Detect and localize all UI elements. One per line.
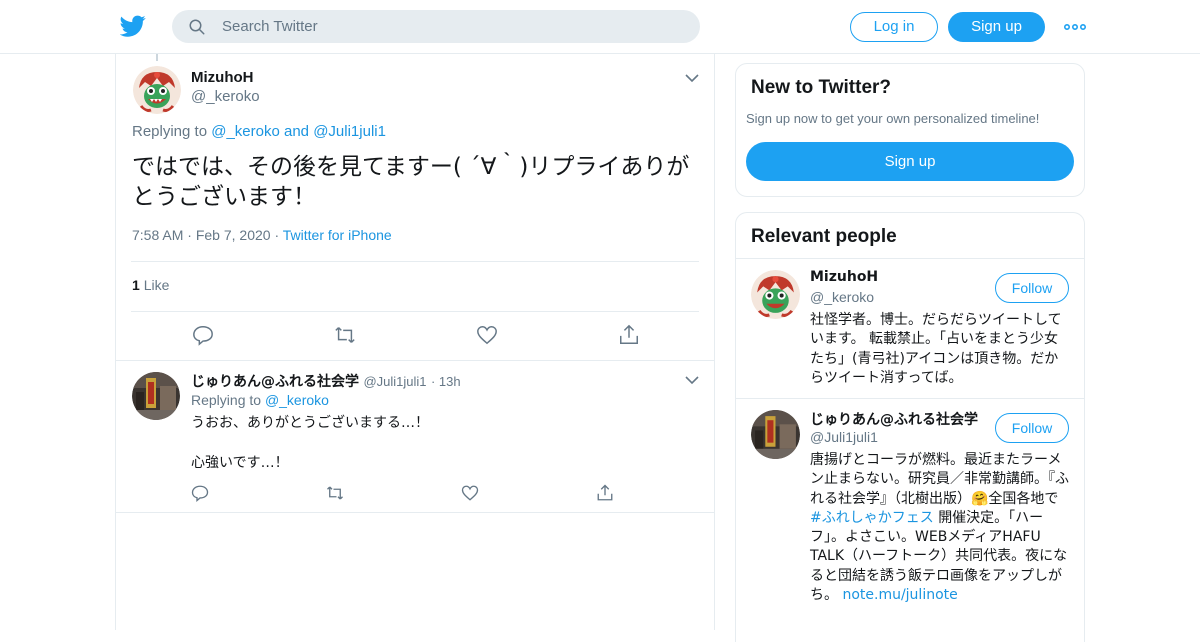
like-count-line[interactable]: 1 Like: [132, 277, 169, 293]
more-options-icon[interactable]: [1064, 18, 1086, 36]
person-item: じゅりあん@ふれる社会学 @Juli1juli1 Follow 唐揚げとコーラが…: [736, 398, 1084, 642]
follow-button[interactable]: Follow: [995, 273, 1069, 303]
tweet-date[interactable]: Feb 7, 2020: [196, 227, 271, 243]
author-name[interactable]: じゅりあん@ふれる社会学: [191, 374, 359, 390]
divider: [131, 311, 699, 312]
replying-to: Replying to @_keroko and @Juli1juli1: [132, 123, 386, 140]
card-title: New to Twitter?: [751, 77, 892, 98]
meta-dot: ·: [187, 227, 196, 243]
timeline: MizuhoH @_keroko Replying to @_keroko an…: [115, 54, 715, 630]
share-icon[interactable]: [596, 484, 614, 502]
avatar[interactable]: [751, 270, 800, 319]
mention-link[interactable]: @Juli1juli1: [313, 123, 386, 140]
follow-button[interactable]: Follow: [995, 413, 1069, 443]
retweet-icon[interactable]: [334, 324, 356, 346]
reply-header: じゅりあん@ふれる社会学 @Juli1juli1 · 13h: [191, 371, 461, 391]
like-count: 1: [132, 277, 140, 293]
twitter-bird-icon[interactable]: [120, 13, 146, 39]
kappa-avatar-icon: [751, 270, 800, 319]
kappa-avatar-icon: [133, 66, 181, 114]
tweet-text: うおお、ありがとうございまする…！ 心強いです…！: [191, 415, 429, 471]
divider: [131, 261, 699, 262]
tweet-source[interactable]: Twitter for iPhone: [283, 227, 392, 243]
person-bio: 社怪学者。博士。だらだらツイートしています。 転載禁止。「占いをまとう少女たち」…: [810, 312, 1062, 386]
chevron-down-icon[interactable]: [685, 73, 699, 83]
tweet-text: ではでは、その後を見てますー( ´∀｀)リプライありがとうございます！: [132, 154, 690, 210]
avatar[interactable]: [133, 66, 181, 114]
author-name[interactable]: MizuhoH: [191, 69, 253, 86]
top-bar: Log in Sign up: [0, 0, 1200, 54]
person-name[interactable]: MizuhoH: [810, 269, 985, 285]
storefront-avatar-icon: [132, 372, 180, 420]
signup-button[interactable]: Sign up: [948, 12, 1045, 42]
card-subtitle: Sign up now to get your own personalized…: [746, 111, 1040, 126]
meta-dot: ·: [274, 227, 283, 243]
tweet-meta: 7:58 AM · Feb 7, 2020 · Twitter for iPho…: [132, 227, 392, 243]
search-box[interactable]: [172, 10, 700, 43]
tweet-age[interactable]: 13h: [439, 374, 461, 389]
person-item: MizuhoH @_keroko Follow 社怪学者。博士。だらだらツイート…: [736, 258, 1084, 398]
person-handle[interactable]: @_keroko: [810, 289, 874, 305]
reply-icon[interactable]: [191, 484, 209, 502]
bio-link[interactable]: note.mu/julinote: [842, 587, 957, 603]
replying-prefix: Replying to: [132, 123, 208, 140]
signup-button[interactable]: Sign up: [746, 142, 1074, 181]
tweet-actions: [116, 484, 714, 504]
bio-text: 唐揚げとコーラが燃料。最近またラーメン止まらない。研究員／非常勤講師。『ふれる社…: [810, 452, 1069, 507]
tweet-time[interactable]: 7:58 AM: [132, 227, 183, 243]
login-button[interactable]: Log in: [850, 12, 938, 42]
replying-prefix: Replying to: [191, 392, 262, 408]
replying-to: Replying to @_keroko: [191, 392, 329, 408]
author-handle[interactable]: @Juli1juli1: [363, 374, 426, 389]
mention-link[interactable]: @_keroko: [211, 123, 280, 140]
share-icon[interactable]: [618, 324, 640, 346]
reply-tweet[interactable]: じゅりあん@ふれる社会学 @Juli1juli1 · 13h Replying …: [116, 361, 714, 513]
new-to-twitter-card: New to Twitter? Sign up now to get your …: [735, 63, 1085, 197]
meta-dot: ·: [430, 374, 439, 389]
mention-and: and: [283, 123, 310, 140]
avatar[interactable]: [132, 372, 180, 420]
storefront-avatar-icon: [751, 410, 800, 459]
chevron-down-icon[interactable]: [685, 375, 699, 385]
hashtag-link[interactable]: #ふれしゃかフェス: [810, 510, 934, 526]
search-icon: [189, 19, 205, 35]
person-name[interactable]: じゅりあん@ふれる社会学: [810, 409, 985, 429]
card-title: Relevant people: [751, 226, 897, 247]
relevant-people-card: Relevant people MizuhoH @_keroko Follow …: [735, 212, 1085, 642]
mention-link[interactable]: @_keroko: [265, 392, 329, 408]
author-handle[interactable]: @_keroko: [191, 88, 260, 105]
tweet-actions: [116, 324, 714, 348]
person-handle[interactable]: @Juli1juli1: [810, 429, 878, 445]
retweet-icon[interactable]: [326, 484, 344, 502]
heart-icon[interactable]: [461, 484, 479, 502]
avatar[interactable]: [751, 410, 800, 459]
heart-icon[interactable]: [476, 324, 498, 346]
person-bio: 唐揚げとコーラが燃料。最近またラーメン止まらない。研究員／非常勤講師。『ふれる社…: [810, 451, 1072, 605]
like-label: Like: [143, 277, 170, 293]
search-input[interactable]: [222, 10, 682, 43]
reply-icon[interactable]: [192, 324, 214, 346]
main-tweet: MizuhoH @_keroko Replying to @_keroko an…: [116, 54, 714, 361]
